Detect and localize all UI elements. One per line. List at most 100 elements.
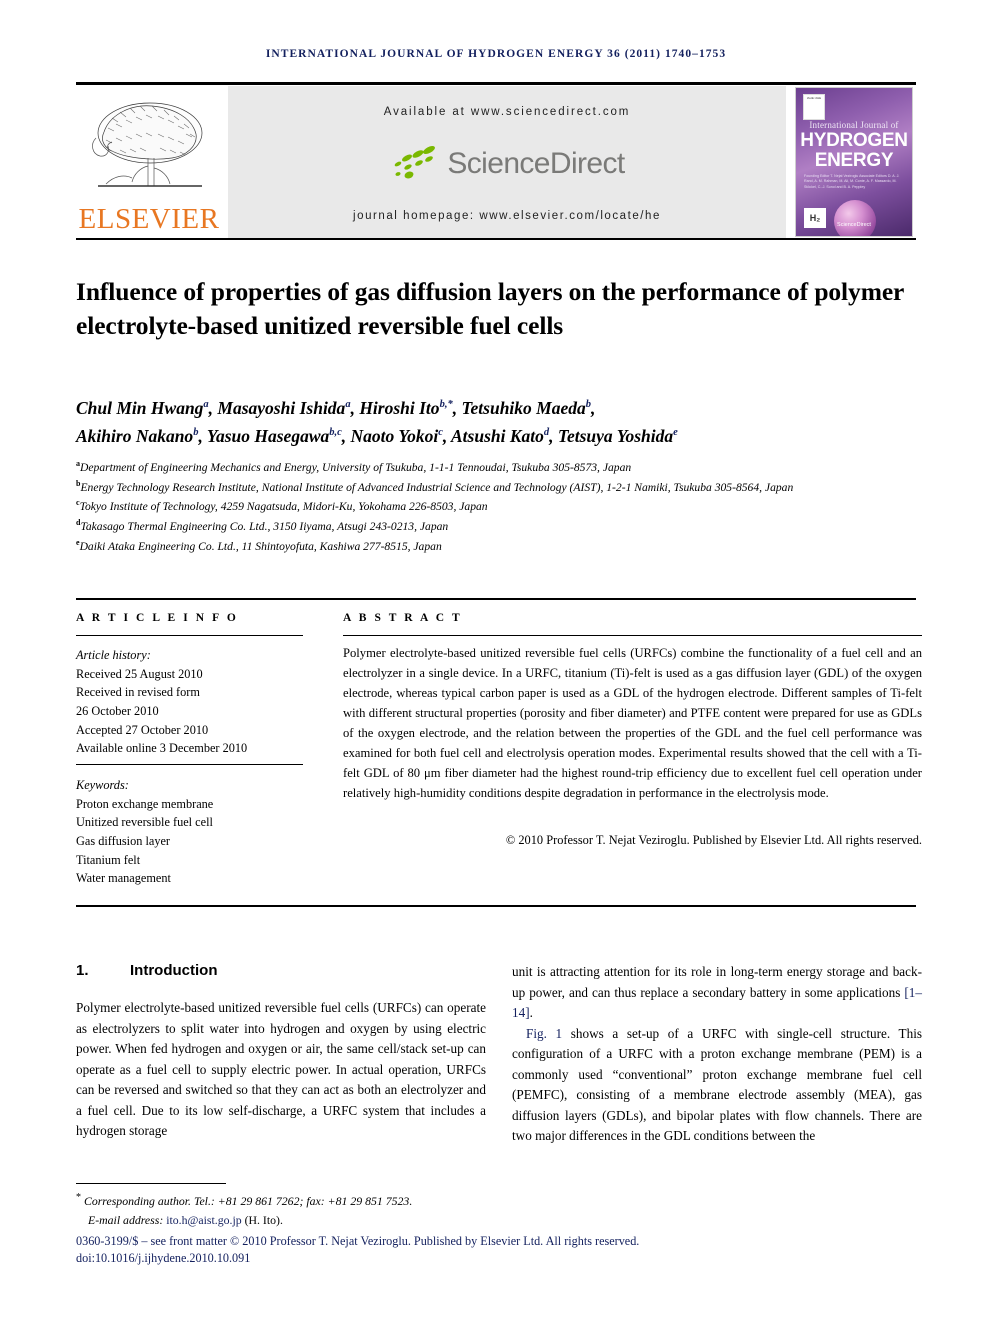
email-label: E-mail address: — [88, 1212, 167, 1227]
article-history-item: Received in revised form — [76, 685, 200, 700]
abstract-text: Polymer electrolyte-based unitized rever… — [343, 646, 922, 800]
article-history-items: Received 25 August 2010 Received in revis… — [76, 665, 306, 758]
author-name: Akihiro Nakano — [76, 426, 194, 446]
author-name: Yasuo Hasegawa — [206, 426, 330, 446]
corresponding-author-note: * Corresponding author. Tel.: +81 29 861… — [76, 1190, 636, 1230]
author-separator: , — [591, 398, 596, 418]
journal-homepage-link[interactable]: journal homepage: www.elsevier.com/locat… — [353, 210, 661, 222]
keywords-divider-rule — [76, 764, 303, 765]
keywords-block: Keywords: Proton exchange membrane Unitiz… — [76, 776, 306, 888]
affiliation-item: bEnergy Technology Research Institute, N… — [76, 478, 922, 498]
elsevier-logo-block: ELSEVIER — [76, 86, 222, 238]
intro-column-left: Polymer electrolyte-based unitized rever… — [76, 1000, 486, 1139]
author-list: Chul Min Hwanga, Masayoshi Ishidaa, Hiro… — [76, 394, 922, 450]
available-at-text: Available at www.sciencedirect.com — [383, 106, 631, 118]
affiliation-item: dTakasago Thermal Engineering Co. Ltd., … — [76, 517, 922, 537]
email-line: E-mail address: ito.h@aist.go.jp (H. Ito… — [76, 1211, 636, 1230]
keyword-item: Water management — [76, 871, 171, 886]
masthead: ELSEVIER Available at www.sciencedirect.… — [76, 86, 916, 238]
author-name: Atsushi Kato — [451, 426, 544, 446]
affiliation-item: aDepartment of Engineering Mechanics and… — [76, 458, 922, 478]
cover-line-small: International Journal of — [809, 120, 899, 130]
top-rule — [76, 82, 916, 85]
author-separator: , — [350, 398, 360, 418]
corresponding-author-text: Corresponding author. Tel.: +81 29 861 7… — [83, 1193, 413, 1208]
sciencedirect-band: Available at www.sciencedirect.com Scien… — [228, 86, 786, 238]
cover-line-hydrogen: HYDROGEN — [800, 130, 908, 151]
iahe-badge-icon: IAHE IJHE — [803, 94, 825, 120]
sciencedirect-logo[interactable]: ScienceDirect — [389, 144, 625, 184]
author-name: Chul Min Hwang — [76, 398, 204, 418]
affiliation-item: cTokyo Institute of Technology, 4259 Nag… — [76, 497, 922, 517]
author-name: Tetsuya Yoshida — [557, 426, 674, 446]
keyword-item: Unitized reversible fuel cell — [76, 815, 213, 830]
footnote-rule — [76, 1183, 226, 1184]
iahe-badge-text: IAHE IJHE — [806, 96, 822, 100]
elsevier-tree-icon — [88, 98, 210, 203]
paper-page: International Journal of Hydrogen Energy… — [0, 0, 992, 1323]
intro-column-right: unit is attracting attention for its rol… — [512, 962, 922, 1147]
masthead-bottom-rule — [76, 238, 916, 240]
cover-editors-text: Founding Editor T. Nejat Veziroglu Assoc… — [804, 174, 900, 189]
author-separator: , — [549, 426, 558, 446]
affiliation-item: eDaiki Ataka Engineering Co. Ltd., 11 Sh… — [76, 537, 922, 557]
keyword-item: Titanium felt — [76, 852, 141, 867]
intro-p2-after: shows a set-up of a URFC with single-cel… — [512, 1025, 923, 1144]
doi-line[interactable]: doi:10.1016/j.ijhydene.2010.10.091 — [76, 1251, 922, 1266]
affiliation-list: aDepartment of Engineering Mechanics and… — [76, 458, 922, 556]
author-name: Naoto Yokoi — [350, 426, 439, 446]
intro-p1-after: . — [529, 1005, 533, 1021]
email-suffix: (H. Ito). — [241, 1212, 283, 1227]
author-affiliation-marker: b,* — [439, 399, 453, 411]
article-history-block: Article history: Received 25 August 2010… — [76, 646, 306, 758]
author-separator: , — [442, 426, 451, 446]
author-name: Masayoshi Ishida — [217, 398, 346, 418]
journal-cover-block: IAHE IJHE International Journal of HYDRO… — [792, 86, 916, 238]
email-link[interactable]: ito.h@aist.go.jp — [166, 1213, 241, 1227]
article-history-label: Article history: — [76, 648, 151, 662]
sciencedirect-leaves-icon — [395, 145, 436, 179]
affiliation-text: Department of Engineering Mechanics and … — [80, 460, 632, 474]
abstract-copyright: © 2010 Professor T. Nejat Veziroglu. Pub… — [505, 833, 922, 847]
elsevier-wordmark: ELSEVIER — [78, 203, 220, 235]
author-affiliation-marker: e — [673, 427, 678, 439]
issn-copyright-line: 0360-3199/$ – see front matter © 2010 Pr… — [76, 1234, 640, 1248]
keywords-label: Keywords: — [76, 778, 129, 792]
author-separator: , — [198, 426, 207, 446]
author-name: Tetsuhiko Maeda — [461, 398, 586, 418]
affiliation-text: Takasago Thermal Engineering Co. Ltd., 3… — [80, 519, 449, 533]
article-info-heading: A R T I C L E I N F O — [76, 612, 239, 624]
section-heading: 1. Introduction — [76, 962, 486, 979]
corresponding-author-line: * Corresponding author. Tel.: +81 29 861… — [76, 1190, 636, 1211]
sciencedirect-wordmark: ScienceDirect — [447, 147, 625, 180]
intro-paragraph-2: Fig. 1 shows a set-up of a URFC with sin… — [512, 1024, 922, 1147]
info-top-rule — [76, 598, 916, 600]
journal-running-head: International Journal of Hydrogen Energy… — [265, 48, 727, 60]
affiliation-text: Tokyo Institute of Technology, 4259 Naga… — [79, 500, 488, 514]
intro-paragraph-1: unit is attracting attention for its rol… — [512, 962, 922, 1024]
affiliation-text: Daiki Ataka Engineering Co. Ltd., 11 Shi… — [79, 539, 442, 553]
info-heading-rule — [76, 635, 303, 636]
cover-sphere-graphic — [834, 200, 876, 236]
abstract-heading-rule — [343, 635, 922, 636]
keyword-item: Proton exchange membrane — [76, 796, 214, 811]
cover-sciencedirect-text: ScienceDirect — [837, 222, 871, 228]
info-bottom-rule — [76, 905, 916, 907]
figure-link-fig1[interactable]: Fig. 1 — [526, 1026, 562, 1041]
page-title: Influence of properties of gas diffusion… — [76, 277, 904, 340]
article-history-item: 26 October 2010 — [76, 704, 159, 719]
article-history-item: Available online 3 December 2010 — [76, 741, 248, 756]
corresponding-marker: * — [76, 1192, 81, 1203]
author-name: Hiroshi Ito — [359, 398, 440, 418]
keywords-items: Proton exchange membrane Unitized reversi… — [76, 795, 306, 888]
section-number: 1. — [76, 962, 89, 979]
author-separator: , — [341, 426, 351, 446]
journal-cover-image: IAHE IJHE International Journal of HYDRO… — [795, 87, 913, 237]
article-history-item: Accepted 27 October 2010 — [76, 722, 209, 737]
author-affiliation-marker: b,c — [329, 427, 342, 439]
affiliation-text: Energy Technology Research Institute, Na… — [80, 480, 794, 494]
intro-p1-before: unit is attracting attention for its rol… — [512, 964, 922, 1000]
keyword-item: Gas diffusion layer — [76, 834, 171, 849]
cover-line-energy: ENERGY — [814, 150, 894, 171]
abstract-heading: A B S T R A C T — [343, 612, 463, 624]
